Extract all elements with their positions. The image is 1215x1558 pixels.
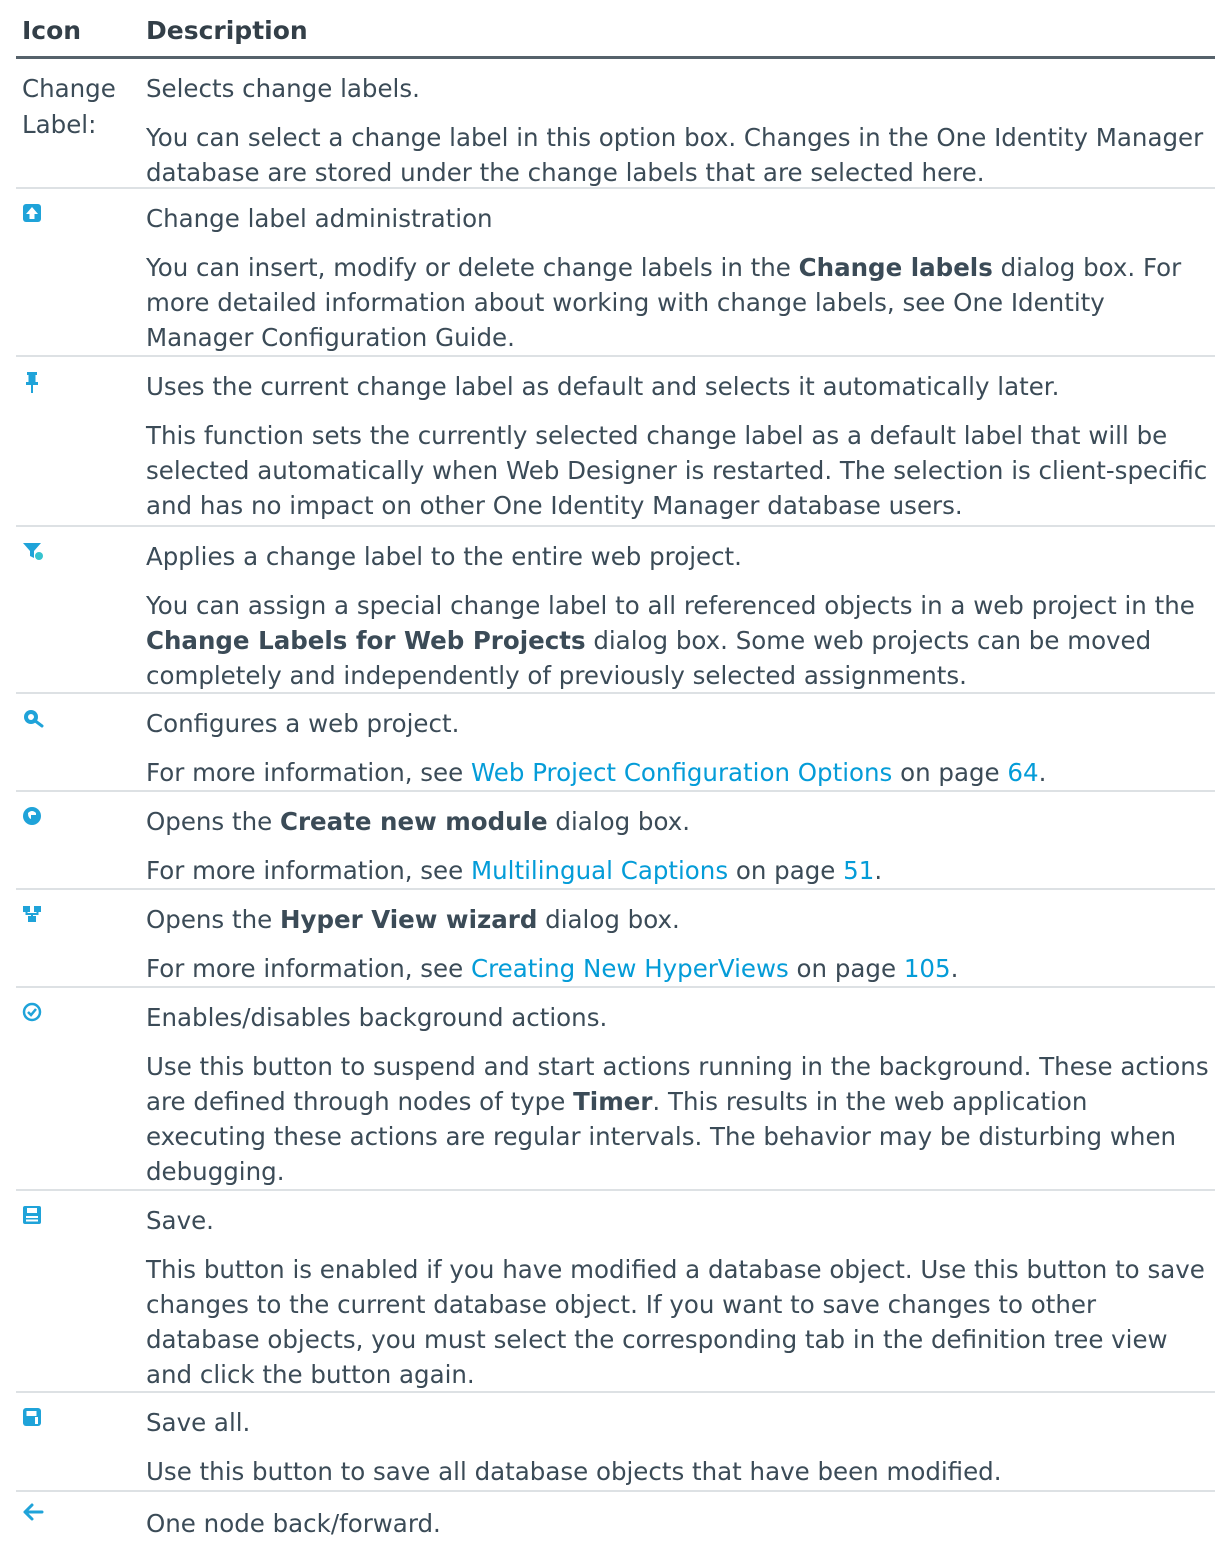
row-title: One node back/forward.	[146, 1509, 441, 1538]
dialog-name: Change Labels for Web Projects	[146, 626, 586, 655]
icon-table: Icon Description Change Label: Selects c…	[16, 0, 1215, 1552]
table-row: Configures a web project. For more infor…	[16, 694, 1215, 792]
arrow-left-icon[interactable]	[22, 1502, 44, 1522]
period: .	[950, 954, 959, 983]
row-title: Selects change labels.	[146, 74, 420, 103]
title-text: dialog box.	[537, 905, 680, 934]
dialog-name: Change labels	[798, 253, 993, 282]
on-page-text: on page	[728, 856, 844, 885]
table-row: Opens the Hyper View wizard dialog box. …	[16, 890, 1215, 988]
table-row: Uses the current change label as default…	[16, 357, 1215, 527]
row-title: Opens the Create new module dialog box.	[146, 804, 1215, 839]
table-row: Change Label: Selects change labels. You…	[16, 59, 1215, 189]
new-module-icon[interactable]	[22, 806, 42, 826]
row-description: Opens the Create new module dialog box. …	[146, 804, 1215, 888]
period: .	[1038, 758, 1047, 787]
row-detail: This button is enabled if you have modif…	[146, 1255, 1205, 1389]
dialog-name: Create new module	[279, 807, 548, 836]
header-icon: Icon	[22, 16, 82, 45]
table-row: Change label administration You can inse…	[16, 189, 1215, 357]
on-page-text: on page	[788, 954, 904, 983]
table-row: Save. This button is enabled if you have…	[16, 1191, 1215, 1393]
title-text: Opens the	[146, 807, 280, 836]
page-link[interactable]: 64	[1007, 758, 1038, 787]
on-page-text: on page	[892, 758, 1008, 787]
link-web-project-configuration-options[interactable]: Web Project Configuration Options	[471, 758, 892, 787]
row-description: One node back/forward.	[146, 1506, 1215, 1541]
row-description: Configures a web project. For more infor…	[146, 706, 1215, 790]
more-info-text: For more information, see	[146, 856, 471, 885]
row-description: Applies a change label to the entire web…	[146, 539, 1215, 693]
row-description: Selects change labels. You can select a …	[146, 71, 1215, 190]
row-description: Uses the current change label as default…	[146, 369, 1215, 523]
dialog-name: Hyper View wizard	[279, 905, 538, 934]
detail-text: You can insert, modify or delete change …	[146, 253, 799, 282]
table-row: Save all. Use this button to save all da…	[16, 1393, 1215, 1492]
row-detail: Use this button to save all database obj…	[146, 1457, 1002, 1486]
detail-text: You can assign a special change label to…	[146, 591, 1195, 620]
row-more-info: For more information, see Creating New H…	[146, 951, 1215, 986]
pin-icon[interactable]	[22, 371, 42, 395]
node-type: Timer	[573, 1087, 653, 1116]
row-title: Enables/disables background actions.	[146, 1003, 608, 1032]
title-text: Opens the	[146, 905, 280, 934]
change-label-caption: Change Label:	[22, 74, 116, 139]
save-all-icon[interactable]	[22, 1407, 42, 1427]
row-description: Change label administration You can inse…	[146, 201, 1215, 355]
row-description: Enables/disables background actions. Use…	[146, 1000, 1215, 1189]
link-multilingual-captions[interactable]: Multilingual Captions	[471, 856, 728, 885]
row-title: Opens the Hyper View wizard dialog box.	[146, 902, 1215, 937]
row-detail: You can select a change label in this op…	[146, 123, 1204, 187]
hyperview-wizard-icon[interactable]	[22, 904, 42, 924]
row-more-info: For more information, see Multilingual C…	[146, 853, 1215, 888]
row-description: Save all. Use this button to save all da…	[146, 1405, 1215, 1489]
row-detail: This function sets the currently selecte…	[146, 421, 1208, 520]
row-title: Change label administration	[146, 204, 493, 233]
table-row: One node back/forward.	[16, 1492, 1215, 1552]
background-actions-icon[interactable]	[22, 1002, 42, 1022]
row-more-info: For more information, see Web Project Co…	[146, 755, 1215, 790]
header-description: Description	[146, 16, 308, 45]
configure-icon[interactable]	[22, 708, 44, 728]
row-title: Save all.	[146, 1408, 251, 1437]
more-info-text: For more information, see	[146, 954, 471, 983]
row-description: Opens the Hyper View wizard dialog box. …	[146, 902, 1215, 986]
period: .	[874, 856, 883, 885]
change-label-administration-icon[interactable]	[22, 203, 42, 223]
table-row: Enables/disables background actions. Use…	[16, 988, 1215, 1191]
row-title: Applies a change label to the entire web…	[146, 542, 742, 571]
save-icon[interactable]	[22, 1205, 42, 1225]
filter-label-icon[interactable]	[22, 541, 44, 561]
table-row: Applies a change label to the entire web…	[16, 527, 1215, 694]
table-row: Opens the Create new module dialog box. …	[16, 792, 1215, 890]
title-text: dialog box.	[547, 807, 691, 836]
row-title: Save.	[146, 1206, 214, 1235]
row-title: Configures a web project.	[146, 709, 460, 738]
row-detail: You can assign a special change label to…	[146, 588, 1215, 693]
page-link[interactable]: 105	[904, 954, 951, 983]
row-detail: Use this button to suspend and start act…	[146, 1049, 1215, 1189]
row-title: Uses the current change label as default…	[146, 372, 1060, 401]
table-header: Icon Description	[16, 0, 1215, 59]
row-description: Save. This button is enabled if you have…	[146, 1203, 1215, 1392]
more-info-text: For more information, see	[146, 758, 471, 787]
link-creating-new-hyperviews[interactable]: Creating New HyperViews	[471, 954, 789, 983]
row-detail: You can insert, modify or delete change …	[146, 250, 1215, 355]
page-link[interactable]: 51	[843, 856, 874, 885]
